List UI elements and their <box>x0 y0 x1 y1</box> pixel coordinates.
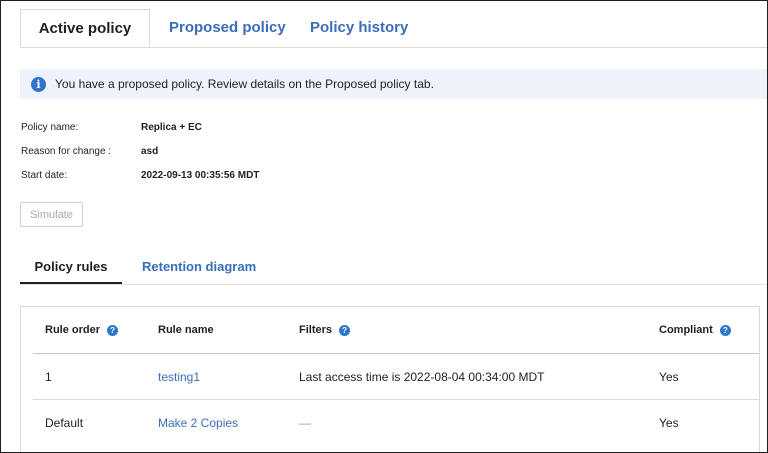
compliant-cell: Yes <box>659 369 679 384</box>
tab-policy-rules[interactable]: Policy rules <box>20 252 122 284</box>
header-rule-name: Rule name <box>158 307 214 353</box>
policy-name-label: Policy name: <box>21 122 79 133</box>
compliant-cell: Yes <box>659 415 679 430</box>
banner-text: You have a proposed policy. Review detai… <box>55 77 434 91</box>
filters-cell: — <box>299 415 311 430</box>
policy-name-value: Replica + EC <box>141 122 202 133</box>
tab-proposed-policy[interactable]: Proposed policy <box>169 9 286 47</box>
header-rule-order-label: Rule order <box>45 324 101 336</box>
tab-policy-history[interactable]: Policy history <box>310 9 408 47</box>
table-row: 1 testing1 Last access time is 2022-08-0… <box>33 354 759 400</box>
rule-name-link[interactable]: testing1 <box>158 354 200 399</box>
simulate-button[interactable]: Simulate <box>20 202 83 227</box>
reason-for-change-value: asd <box>141 146 159 157</box>
header-compliant: Compliant ? <box>659 307 731 353</box>
policy-rules-table: Rule order ? Rule name Filters ? Complia… <box>20 306 760 452</box>
rule-name-link[interactable]: Make 2 Copies <box>158 400 238 445</box>
tab-retention-diagram[interactable]: Retention diagram <box>142 252 256 284</box>
help-icon[interactable]: ? <box>719 324 731 336</box>
header-filters-label: Filters <box>299 324 333 336</box>
help-icon[interactable]: ? <box>339 324 351 336</box>
rule-order-cell: 1 <box>45 369 52 384</box>
header-rule-order: Rule order ? <box>45 307 119 353</box>
policy-tabs: Active policy Proposed policy Policy his… <box>20 9 767 48</box>
header-rule-name-label: Rule name <box>158 324 214 336</box>
table-header-row: Rule order ? Rule name Filters ? Complia… <box>33 307 759 354</box>
help-icon[interactable]: ? <box>107 324 119 336</box>
active-policy-panel: Active policy Proposed policy Policy his… <box>0 0 768 453</box>
filters-cell: Last access time is 2022-08-04 00:34:00 … <box>299 369 545 384</box>
proposed-policy-banner: i You have a proposed policy. Review det… <box>20 69 767 99</box>
rule-order-cell: Default <box>45 415 84 430</box>
start-date-label: Start date: <box>21 170 68 181</box>
tab-active-policy[interactable]: Active policy <box>20 9 150 47</box>
table-row: Default Make 2 Copies — Yes <box>33 400 759 445</box>
start-date-value: 2022-09-13 00:35:56 MDT <box>141 170 260 181</box>
reason-for-change-label: Reason for change : <box>21 146 112 157</box>
header-compliant-label: Compliant <box>659 324 713 336</box>
subtab-divider <box>20 284 767 285</box>
header-filters: Filters ? <box>299 307 351 353</box>
info-icon: i <box>31 76 46 92</box>
